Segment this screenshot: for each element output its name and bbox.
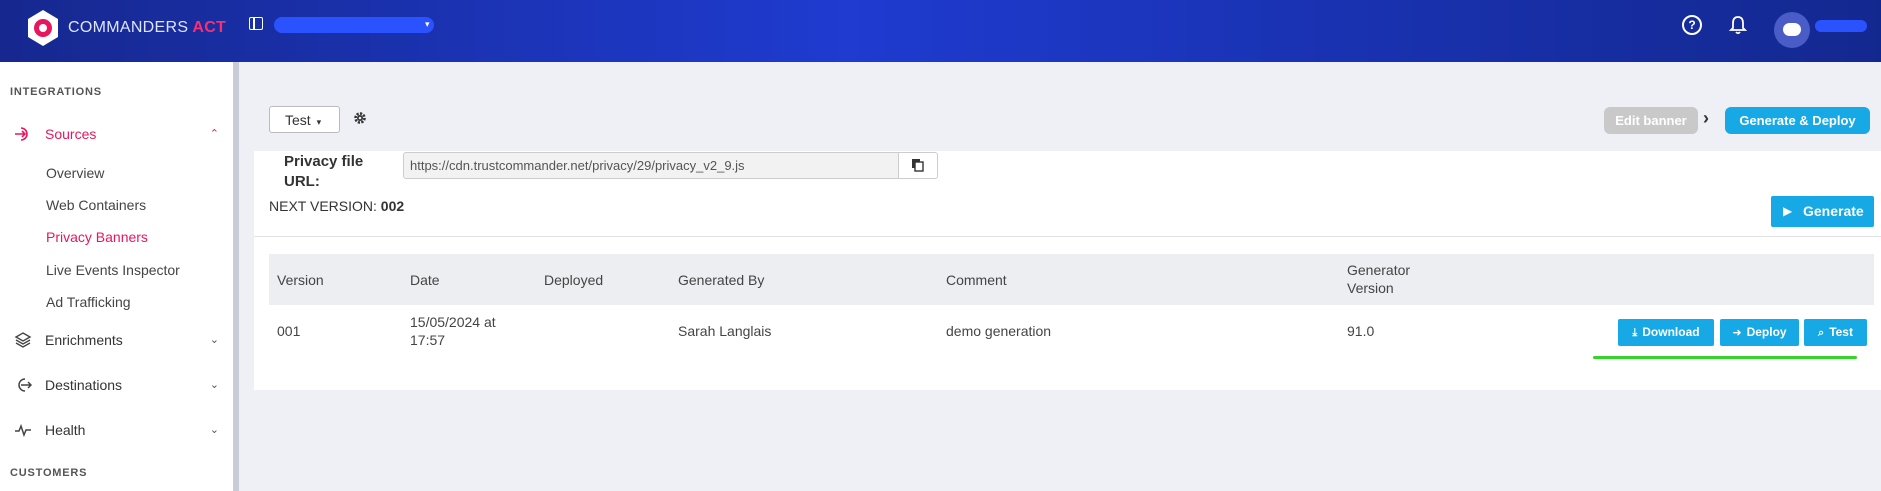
pulse-icon [15, 423, 31, 438]
next-version-value: 002 [380, 198, 405, 214]
sign-in-icon: ➜ [1732, 327, 1742, 339]
download-button[interactable]: ⤓ Download [1618, 319, 1714, 346]
play-icon: ▶ [1783, 204, 1793, 218]
table-header [269, 254, 1874, 305]
privacy-file-url-field[interactable]: https://cdn.trustcommander.net/privacy/2… [403, 152, 899, 179]
download-button-label: Download [1642, 325, 1700, 339]
sidebar-subitem-web-containers[interactable]: Web Containers [46, 197, 146, 213]
layers-icon [14, 332, 32, 348]
user-avatar[interactable] [1774, 12, 1810, 48]
gear-icon[interactable] [352, 110, 368, 126]
column-header-generator-version: Generator Version [1347, 262, 1411, 296]
top-header: COMMANDERS ACT ▾ ? [0, 0, 1881, 62]
brand-commanders: COMMANDERS [68, 19, 189, 36]
help-icon[interactable]: ? [1682, 15, 1702, 35]
chevron-up-icon: ⌃ [209, 128, 219, 140]
cell-generator-version: 91.0 [1347, 323, 1375, 339]
sidebar-item-enrichments[interactable]: Enrichments ⌄ [14, 329, 219, 351]
sources-icon [15, 127, 28, 141]
deploy-button[interactable]: ➜ Deploy [1720, 319, 1799, 346]
destinations-icon [18, 378, 32, 392]
generate-deploy-button[interactable]: Generate & Deploy [1725, 107, 1870, 134]
sidebar-subitem-ad-trafficking[interactable]: Ad Trafficking [46, 294, 131, 310]
brand-act: ACT [192, 19, 227, 36]
column-header-generated-by: Generated By [678, 272, 765, 288]
user-name[interactable] [1815, 20, 1867, 32]
edit-banner-button[interactable]: Edit banner [1604, 107, 1698, 134]
column-header-version: Version [277, 272, 324, 288]
copy-url-button[interactable] [898, 152, 938, 179]
sidebar-section-integrations: INTEGRATIONS [10, 86, 102, 98]
chevron-down-icon: ⌄ [209, 424, 219, 436]
generate-button[interactable]: ▶ Generate [1771, 196, 1874, 227]
search-icon: ⌕ [1818, 327, 1825, 339]
privacy-file-url-label: Privacy file URL: [284, 153, 364, 190]
cell-generated-by: Sarah Langlais [678, 323, 772, 339]
cell-version: 001 [277, 323, 301, 339]
deploy-button-label: Deploy [1746, 325, 1787, 339]
cell-comment: demo generation [946, 323, 1052, 339]
next-version: NEXT VERSION: 002 [269, 198, 404, 214]
column-header-comment: Comment [946, 272, 1007, 288]
sidebar-subitem-live-events-inspector[interactable]: Live Events Inspector [46, 262, 180, 278]
sidebar-item-label: Destinations [45, 377, 123, 393]
sidebar-subitem-privacy-banners[interactable]: Privacy Banners [46, 229, 148, 245]
sidebar-scrollbar[interactable] [233, 62, 239, 491]
sidebar-item-label: Enrichments [45, 332, 123, 348]
caret-down-icon: ▾ [316, 117, 322, 127]
sidebar-item-destinations[interactable]: Destinations ⌄ [14, 374, 219, 396]
highlight-underline [1593, 356, 1857, 359]
sidebar-section-customers: CUSTOMERS [10, 467, 88, 479]
sidebar-item-sources[interactable]: Sources ⌃ [14, 123, 219, 145]
card-divider [254, 236, 1881, 237]
test-button[interactable]: ⌕ Test [1804, 319, 1867, 346]
sidebar: INTEGRATIONS Sources ⌃ Overview Web Cont… [0, 62, 233, 491]
brand-name: COMMANDERS ACT [68, 19, 226, 37]
chevron-down-icon[interactable]: ▾ [425, 19, 430, 30]
test-button-label: Test [1829, 325, 1853, 339]
account-selector[interactable] [274, 17, 434, 33]
chevron-down-icon: ⌄ [209, 334, 219, 346]
chevron-right-icon: › [1703, 108, 1709, 128]
generate-button-label: Generate [1803, 203, 1864, 219]
column-header-date: Date [410, 272, 440, 288]
chevron-down-icon: ⌄ [209, 379, 219, 391]
sidebar-toggle-icon[interactable] [249, 17, 263, 30]
sidebar-item-label: Sources [45, 126, 97, 142]
sidebar-item-health[interactable]: Health ⌄ [14, 419, 219, 441]
column-header-deployed: Deployed [544, 272, 604, 288]
bell-icon[interactable] [1727, 14, 1749, 36]
commanders-act-logo[interactable] [26, 9, 60, 47]
cell-date: 15/05/2024 at 17:57 [410, 314, 496, 348]
copy-icon [912, 159, 924, 172]
next-version-label: NEXT VERSION: [269, 198, 377, 214]
sidebar-item-label: Health [45, 422, 86, 438]
sidebar-subitem-overview[interactable]: Overview [46, 165, 104, 181]
environment-dropdown-label: Test [285, 112, 311, 128]
environment-dropdown[interactable]: Test ▾ [269, 106, 340, 133]
download-icon: ⤓ [1632, 327, 1638, 339]
